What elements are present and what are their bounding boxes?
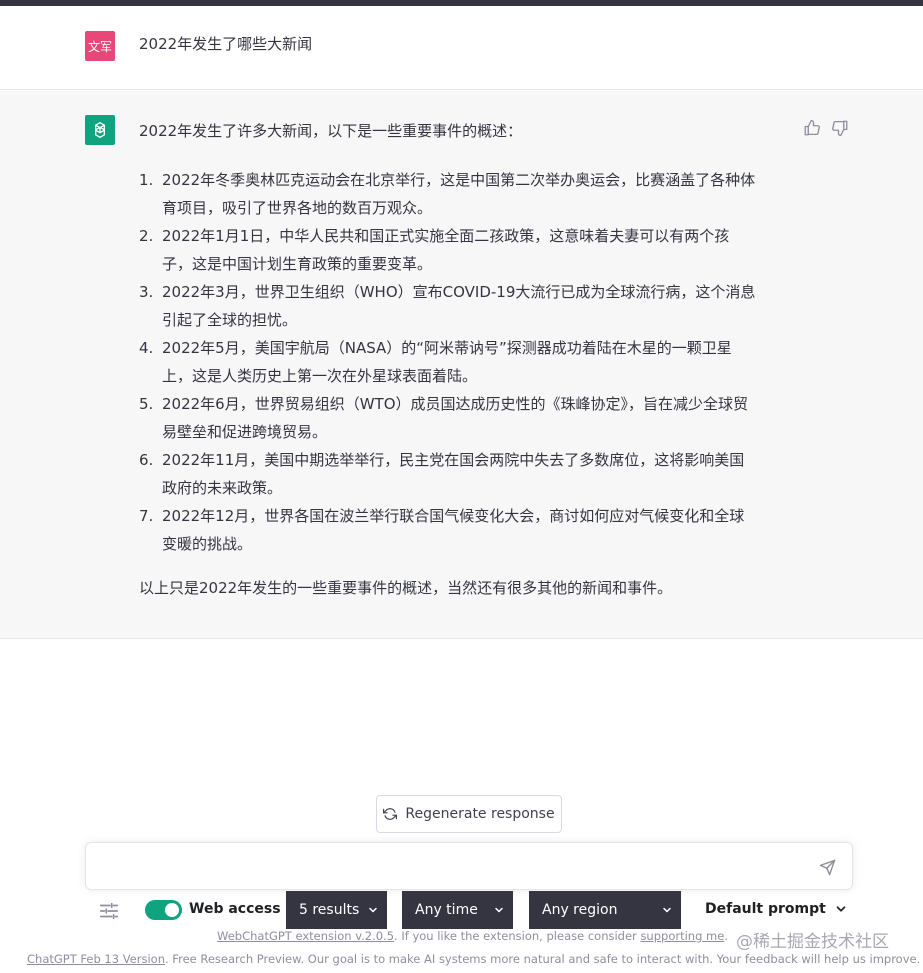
web-chatgpt-toolbar: Web access 5 results Any time Any region…	[0, 891, 923, 929]
chatgpt-logo-icon	[85, 115, 115, 145]
list-item: 2. 2022年1月1日，中华人民共和国正式实施全面二孩政策，这意味着夫妻可以有两…	[139, 227, 730, 273]
user-message-row: 文军 2022年发生了哪些大新闻	[0, 6, 923, 90]
answer-list: 1. 2022年冬季奥林匹克运动会在北京举行，这是中国第二次举办奥运会，比赛涵盖了…	[139, 166, 799, 558]
user-message-text: 2022年发生了哪些大新闻	[139, 35, 313, 53]
prompt-select[interactable]: Default prompt	[705, 901, 848, 917]
send-icon[interactable]	[819, 859, 836, 876]
extension-version-link[interactable]: WebChatGPT extension v.2.0.5	[217, 929, 394, 943]
chat-input[interactable]	[85, 842, 853, 890]
web-access-label: Web access	[189, 901, 281, 917]
list-item: 3. 2022年3月，世界卫生组织（WHO）宣布COVID-19大流行已成为全球流…	[139, 283, 756, 329]
user-avatar: 文军	[85, 31, 115, 61]
extension-footer-end: .	[724, 929, 728, 943]
chevron-down-icon	[369, 907, 377, 913]
results-select-value: 5 results	[299, 902, 360, 918]
sliders-icon[interactable]	[98, 900, 120, 922]
web-access-toggle[interactable]	[145, 900, 182, 920]
support-link[interactable]: supporting me	[640, 929, 724, 943]
thumbs-up-icon[interactable]	[803, 119, 821, 137]
page-footer: ChatGPT Feb 13 Version. Free Research Pr…	[27, 952, 920, 966]
prompt-select-value: Default prompt	[705, 901, 826, 917]
list-item: 5. 2022年6月，世界贸易组织（WTO）成员国达成历史性的《珠峰协定》，旨在减…	[139, 395, 749, 441]
extension-footer-text: . If you like the extension, please cons…	[394, 929, 641, 943]
toggle-knob	[165, 903, 179, 917]
region-select-value: Any region	[542, 902, 618, 918]
time-select[interactable]: Any time	[402, 891, 513, 929]
chevron-down-icon	[836, 906, 846, 912]
version-link[interactable]: ChatGPT Feb 13 Version	[27, 952, 165, 966]
list-item: 7. 2022年12月，世界各国在波兰举行联合国气候变化大会，商讨如何应对气候变化…	[139, 507, 745, 553]
assistant-message-row: 2022年发生了许多大新闻，以下是一些重要事件的概述： 1. 2022年冬季奥林匹…	[0, 91, 923, 639]
chevron-down-icon	[495, 907, 503, 913]
results-select[interactable]: 5 results	[286, 891, 387, 929]
watermark: @稀土掘金技术社区	[736, 932, 889, 952]
chevron-down-icon	[663, 907, 671, 913]
time-select-value: Any time	[415, 902, 478, 918]
regenerate-button[interactable]: Regenerate response	[376, 795, 562, 833]
list-item: 4. 2022年5月，美国宇航局（NASA）的“阿米蒂讷号”探测器成功着陆在木星的…	[139, 339, 732, 385]
extension-footer: WebChatGPT extension v.2.0.5. If you lik…	[217, 929, 728, 943]
assistant-intro: 2022年发生了许多大新闻，以下是一些重要事件的概述：	[139, 122, 523, 140]
list-item: 1. 2022年冬季奥林匹克运动会在北京举行，这是中国第二次举办奥运会，比赛涵盖了…	[139, 171, 756, 217]
regenerate-label: Regenerate response	[405, 806, 555, 822]
refresh-icon	[383, 808, 398, 820]
thumbs-down-icon[interactable]	[831, 119, 849, 137]
region-select[interactable]: Any region	[529, 891, 681, 929]
assistant-outro: 以上只是2022年发生的一些重要事件的概述，当然还有很多其他的新闻和事件。	[139, 579, 673, 597]
footer-text: . Free Research Preview. Our goal is to …	[165, 952, 921, 966]
list-item: 6. 2022年11月，美国中期选举举行，民主党在国会两院中失去了多数席位，这将影…	[139, 451, 745, 497]
